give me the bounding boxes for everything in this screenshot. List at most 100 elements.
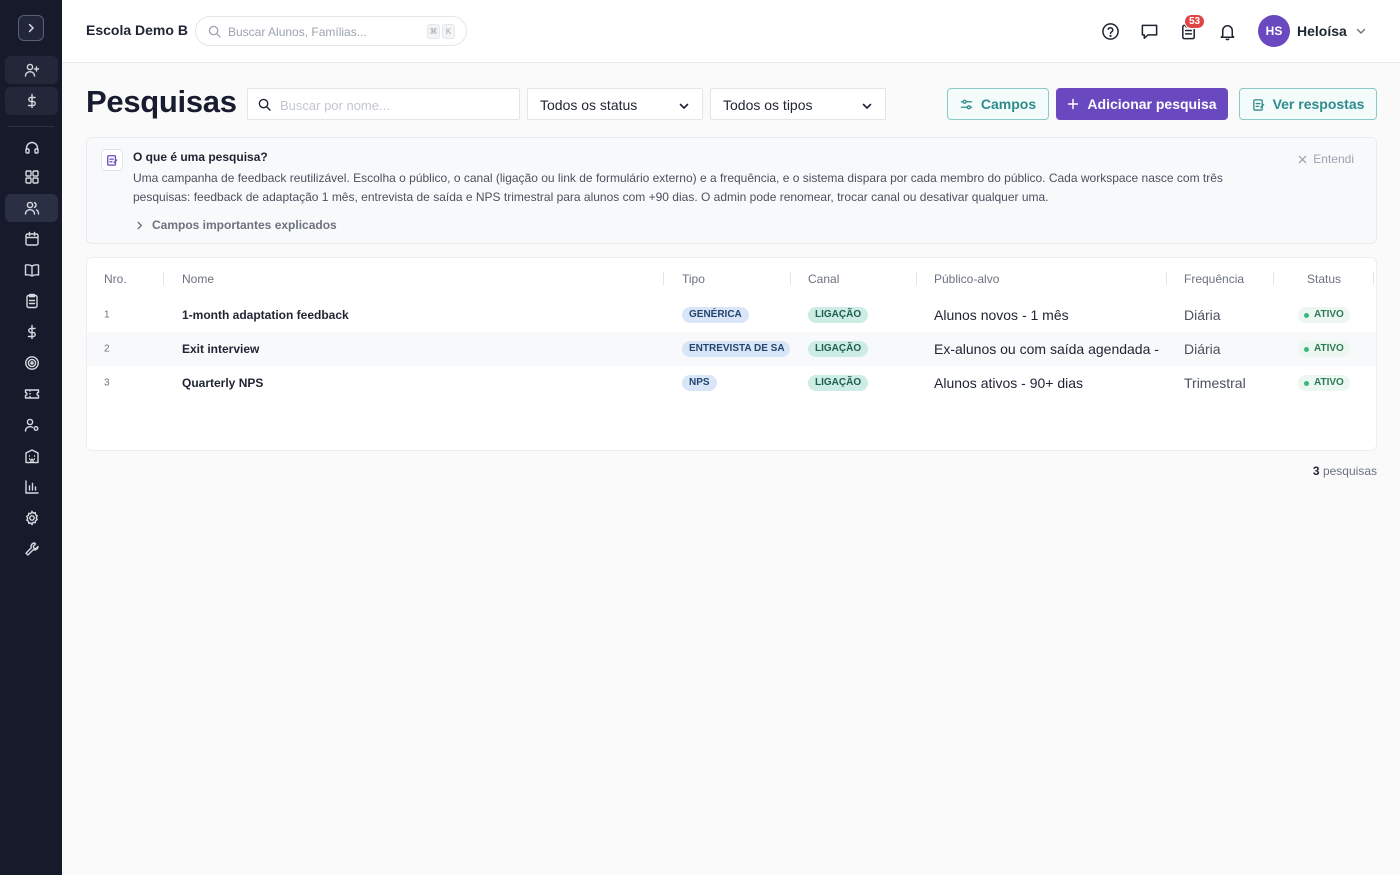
gear-icon (25, 510, 38, 526)
row-number: 1 (104, 309, 110, 321)
fields-button-label: Campos (980, 96, 1037, 112)
search-icon (208, 25, 221, 38)
column-header-tipo[interactable]: Tipo (682, 272, 705, 286)
channel-badge: LIGAÇÃO (808, 307, 869, 323)
headset-icon (24, 141, 39, 154)
chevron-right-icon (137, 221, 143, 229)
sidebar-item-calendar[interactable] (5, 225, 58, 253)
fields-button[interactable]: Campos (947, 88, 1049, 120)
status-label: ATIVO (1314, 377, 1344, 388)
sidebar-item-surveys[interactable] (5, 287, 58, 315)
column-header-status[interactable]: Status (1307, 272, 1341, 286)
building-icon (24, 449, 39, 464)
chevron-down-icon[interactable] (1355, 25, 1367, 37)
kbd-cmd-key: ⌘ (427, 24, 440, 39)
survey-search[interactable] (247, 88, 520, 120)
global-search[interactable]: ⌘ K (195, 16, 467, 46)
column-header-nome[interactable]: Nome (182, 272, 214, 286)
dismiss-info-button[interactable]: Entendi (1298, 152, 1354, 166)
sidebar-item-user-settings[interactable] (5, 411, 58, 439)
sidebar-item-library[interactable] (5, 256, 58, 284)
notifications-button[interactable] (1217, 21, 1237, 41)
status-label: ATIVO (1314, 343, 1344, 354)
tasks-count-badge: 53 (1184, 14, 1206, 29)
ticket-icon (24, 389, 39, 399)
table-row[interactable]: 2 Exit interview ENTREVISTA DE SA LIGAÇÃ… (87, 332, 1376, 366)
info-title: O que é uma pesquisa? (133, 150, 268, 164)
survey-name[interactable]: Exit interview (182, 342, 259, 356)
row-number: 3 (104, 377, 110, 389)
channel-badge: LIGAÇÃO (808, 375, 869, 391)
results-count-label: pesquisas (1322, 464, 1377, 478)
sidebar-item-goals[interactable] (5, 349, 58, 377)
close-icon (1299, 155, 1307, 163)
sidebar-toggle-button[interactable] (18, 15, 44, 41)
important-fields-label: Campos importantes explicados (152, 218, 337, 232)
frequency: Trimestral (1184, 375, 1246, 391)
column-header-publico[interactable]: Público-alvo (934, 272, 999, 286)
status-badge: ATIVO (1298, 375, 1350, 391)
column-divider (1166, 272, 1167, 285)
important-fields-toggle[interactable]: Campos importantes explicados (135, 218, 337, 232)
survey-name[interactable]: Quarterly NPS (182, 376, 263, 390)
status-badge: ATIVO (1298, 341, 1350, 357)
sidebar-item-finance[interactable] (5, 318, 58, 346)
target-icon (24, 356, 39, 370)
sidebar-item-support[interactable] (5, 134, 58, 162)
chevron-right-icon (28, 23, 35, 33)
dollar-icon (27, 93, 36, 109)
type-badge: NPS (682, 375, 717, 391)
chevron-down-icon (679, 103, 689, 110)
add-survey-button[interactable]: Adicionar pesquisa (1056, 88, 1228, 120)
bar-chart-icon (24, 480, 39, 494)
column-divider (790, 272, 791, 285)
status-filter-value: Todos os status (540, 97, 638, 113)
status-filter-select[interactable]: Todos os status (527, 88, 703, 120)
sidebar-item-finance-top[interactable] (5, 87, 58, 115)
messages-button[interactable] (1139, 21, 1159, 41)
target-audience: Alunos novos - 1 mês (934, 307, 1069, 323)
table-row[interactable]: 3 Quarterly NPS NPS LIGAÇÃO Alunos ativo… (87, 366, 1376, 400)
sidebar-item-tools[interactable] (5, 535, 58, 563)
survey-search-input[interactable] (280, 96, 510, 114)
column-divider (663, 272, 664, 285)
column-header-frequencia[interactable]: Frequência (1184, 272, 1244, 286)
grid-icon (24, 170, 39, 184)
column-divider (1373, 272, 1374, 285)
users-icon (24, 201, 39, 215)
user-plus-icon (24, 63, 39, 77)
sidebar-item-buildings[interactable] (5, 442, 58, 470)
channel-badge: LIGAÇÃO (808, 341, 869, 357)
type-filter-select[interactable]: Todos os tipos (710, 88, 886, 120)
clipboard-edit-icon (1252, 98, 1264, 111)
search-icon (258, 98, 271, 111)
sidebar-item-add-student[interactable] (5, 56, 58, 84)
global-search-input[interactable] (228, 23, 418, 41)
book-icon (24, 264, 39, 277)
sidebar-item-dashboard[interactable] (5, 163, 58, 191)
sidebar-divider (8, 126, 54, 127)
column-header-nro[interactable]: Nro. (104, 272, 127, 286)
bell-icon (1220, 24, 1234, 40)
chevron-down-icon (862, 103, 872, 110)
dollar-icon (27, 324, 36, 340)
user-name[interactable]: Heloísa (1297, 23, 1347, 39)
column-divider (916, 272, 917, 285)
sidebar-item-tickets[interactable] (5, 380, 58, 408)
help-button[interactable] (1100, 21, 1120, 41)
table-row[interactable]: 1 1-month adaptation feedback GENÉRICA L… (87, 298, 1376, 332)
frequency: Diária (1184, 307, 1221, 323)
info-icon-box (101, 149, 123, 171)
column-header-canal[interactable]: Canal (808, 272, 839, 286)
sidebar-item-settings[interactable] (5, 504, 58, 532)
surveys-table: Nro. Nome Tipo Canal Público-alvo Frequê… (86, 257, 1377, 451)
survey-name[interactable]: 1-month adaptation feedback (182, 308, 349, 322)
frequency: Diária (1184, 341, 1221, 357)
school-name[interactable]: Escola Demo B (86, 22, 188, 38)
column-divider (163, 272, 164, 285)
type-filter-value: Todos os tipos (723, 97, 813, 113)
user-avatar[interactable]: HS (1258, 15, 1290, 47)
view-responses-button[interactable]: Ver respostas (1239, 88, 1377, 120)
sidebar-item-reports[interactable] (5, 473, 58, 501)
sidebar-item-people[interactable] (5, 194, 58, 222)
